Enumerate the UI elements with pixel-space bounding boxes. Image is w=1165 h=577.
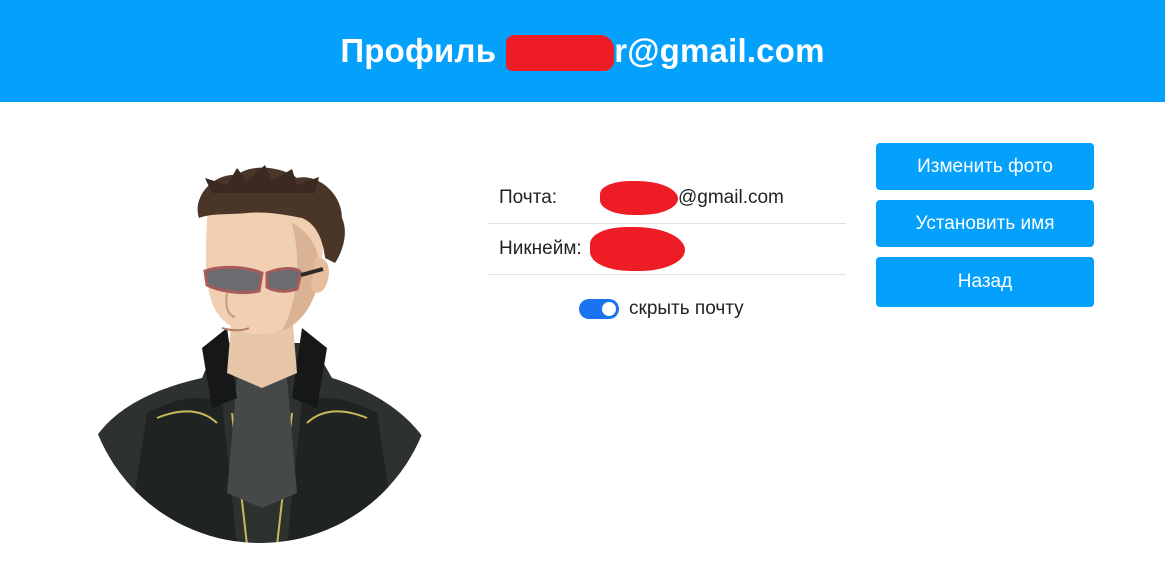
page-title-email: r@gmail.com <box>614 32 825 69</box>
set-name-button[interactable]: Установить имя <box>876 200 1094 247</box>
avatar-image <box>87 165 437 543</box>
nickname-label: Никнейм: <box>499 238 582 259</box>
back-button[interactable]: Назад <box>876 257 1094 307</box>
page-title: Профиль r@gmail.com <box>340 32 825 71</box>
redaction-mark <box>600 181 678 215</box>
email-label: Почта: <box>499 187 558 208</box>
nickname-row: Никнейм: <box>488 224 846 275</box>
hide-email-label: скрыть почту <box>629 298 744 319</box>
avatar <box>87 163 437 545</box>
profile-info: Почта: @gmail.com Никнейм: <box>488 173 846 275</box>
nickname-value <box>590 227 685 271</box>
email-domain: @gmail.com <box>678 187 784 208</box>
redaction-mark <box>506 35 615 71</box>
page-title-prefix: Профиль <box>340 32 497 69</box>
redaction-mark <box>590 227 685 271</box>
toggle-knob <box>602 302 616 316</box>
page-header: Профиль r@gmail.com <box>0 0 1165 102</box>
hide-email-toggle[interactable] <box>579 299 619 319</box>
change-photo-button[interactable]: Изменить фото <box>876 143 1094 190</box>
hide-email-setting: скрыть почту <box>579 298 744 320</box>
email-value: @gmail.com <box>600 181 784 215</box>
email-row: Почта: @gmail.com <box>488 173 846 224</box>
